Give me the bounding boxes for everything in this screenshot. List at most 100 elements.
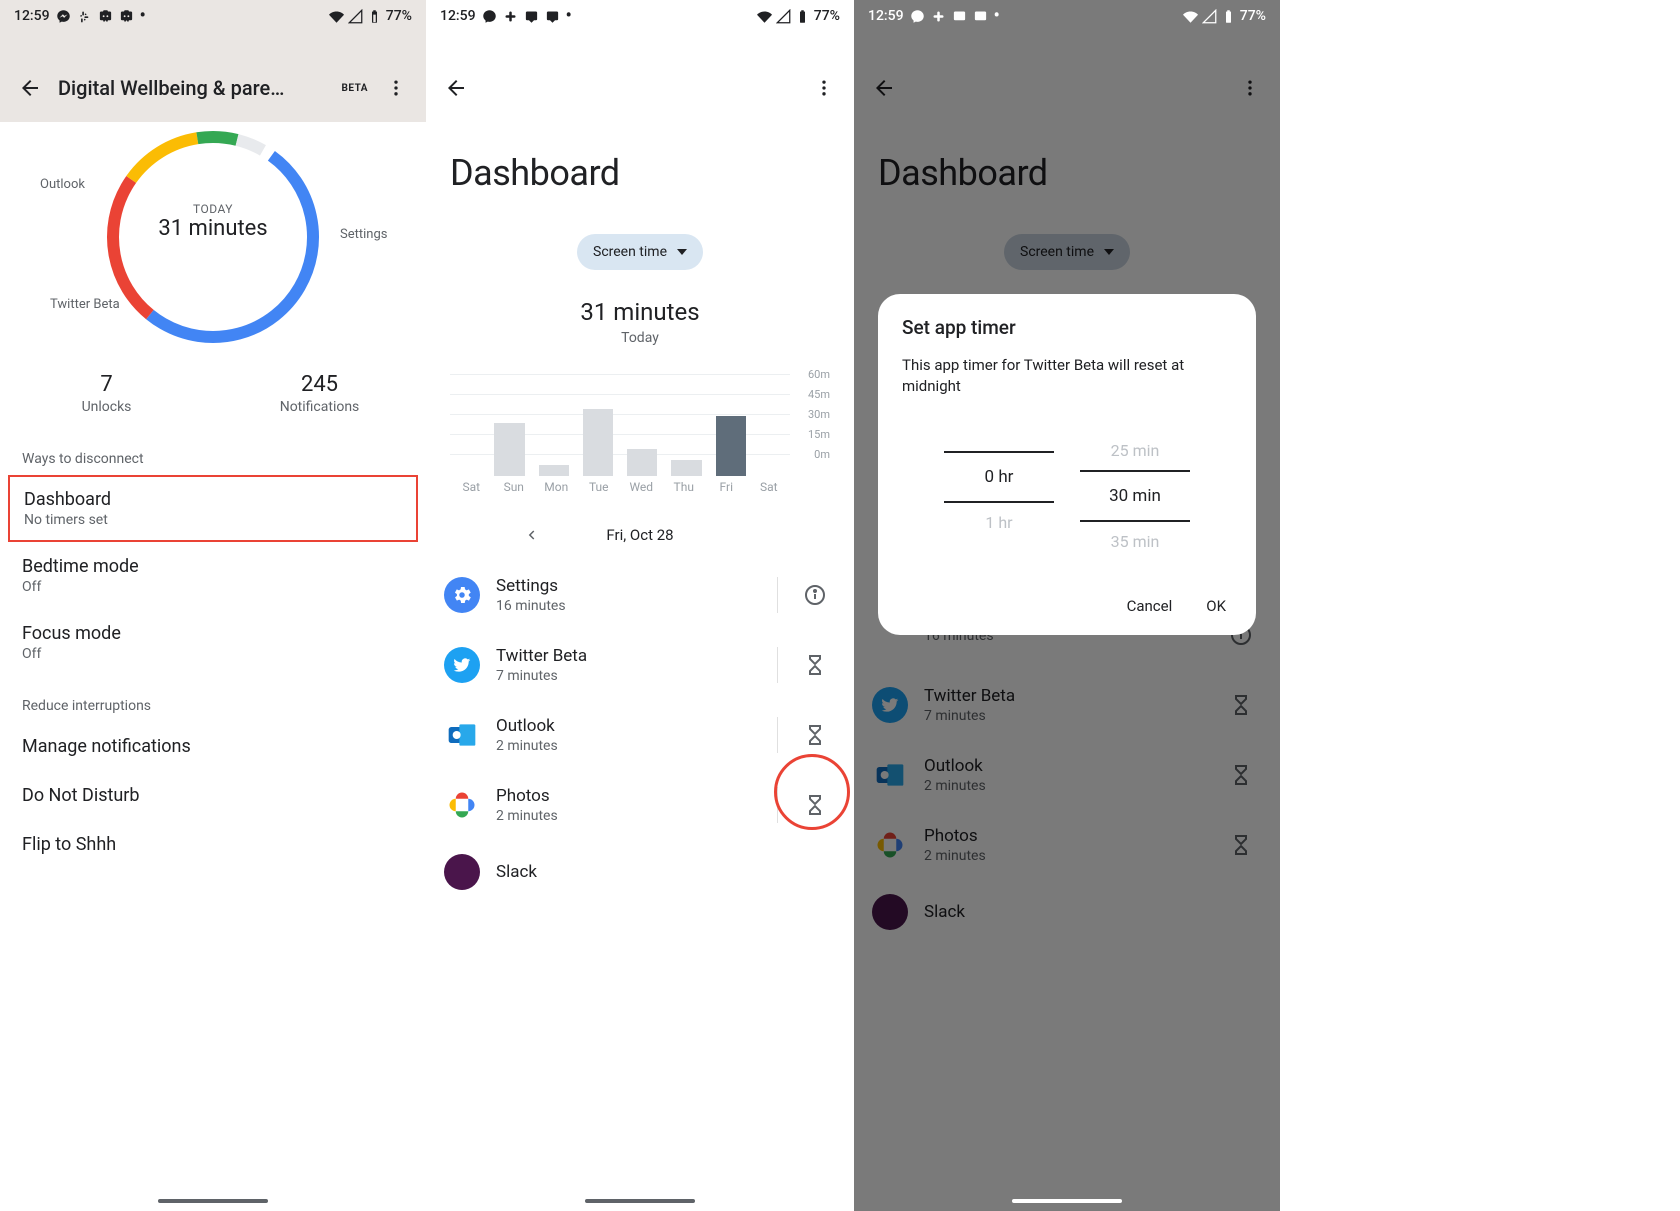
- app-row-twitter-beta[interactable]: Twitter Beta 7 minutes: [426, 630, 854, 700]
- min-selected: 30 min: [1080, 470, 1190, 522]
- signal-icon: [776, 9, 791, 24]
- dashboard-item[interactable]: Dashboard No timers set: [8, 475, 418, 542]
- status-bar: 12:59 • 77%: [426, 0, 854, 32]
- dialog-message: This app timer for Twitter Beta will res…: [902, 355, 1232, 397]
- notifications-label: Notifications: [213, 399, 426, 415]
- divider: [777, 787, 778, 823]
- app-name: Slack: [496, 862, 836, 882]
- chart-xlabel: Sun: [493, 480, 536, 494]
- app-name: Twitter Beta: [496, 646, 761, 666]
- chart-bar[interactable]: [583, 409, 613, 476]
- chart-bar[interactable]: [539, 465, 569, 476]
- hourglass-icon[interactable]: [794, 714, 836, 756]
- chart-xlabel: Fri: [705, 480, 748, 494]
- set-timer-dialog: Set app timer This app timer for Twitter…: [878, 294, 1256, 635]
- chart-bar[interactable]: [494, 423, 524, 476]
- info-icon[interactable]: [794, 574, 836, 616]
- stat-unlocks[interactable]: 7 Unlocks: [0, 372, 213, 415]
- back-button[interactable]: [10, 68, 50, 108]
- app-time: 2 minutes: [496, 808, 761, 824]
- stat-notifications[interactable]: 245 Notifications: [213, 372, 426, 415]
- app-row-slack[interactable]: Slack: [426, 840, 854, 904]
- hour-picker[interactable]: 0 hr 1 hr: [944, 431, 1054, 561]
- donut-label-settings: Settings: [340, 227, 387, 242]
- screentime-chip[interactable]: Screen time: [577, 234, 703, 270]
- focus-sub: Off: [22, 646, 404, 662]
- battery-icon: [1221, 9, 1236, 24]
- focus-item[interactable]: Focus mode Off: [0, 609, 426, 676]
- status-bar: 12:59 • 77%: [854, 0, 1280, 32]
- manage-notifications-item[interactable]: Manage notifications: [0, 722, 426, 771]
- app-row-outlook[interactable]: Outlook 2 minutes: [426, 700, 854, 770]
- nav-handle[interactable]: [585, 1199, 695, 1203]
- battery-icon: [367, 9, 382, 24]
- messenger-icon: [910, 9, 925, 24]
- app-name: Outlook: [496, 716, 761, 736]
- bedtime-item[interactable]: Bedtime mode Off: [0, 542, 426, 609]
- app-name: Photos: [496, 786, 761, 806]
- dashboard-sub: No timers set: [24, 512, 402, 528]
- divider: [777, 647, 778, 683]
- nav-handle[interactable]: [158, 1199, 268, 1203]
- chart-bar[interactable]: [671, 460, 701, 476]
- chip-label: Screen time: [593, 244, 667, 260]
- stats-row: 7 Unlocks 245 Notifications: [0, 352, 426, 429]
- notifications-count: 245: [213, 372, 426, 397]
- app-row-settings[interactable]: Settings16 minutes: [426, 560, 854, 630]
- cancel-button[interactable]: Cancel: [1127, 597, 1173, 615]
- prev-day-button[interactable]: [516, 520, 546, 550]
- wifi-icon: [329, 9, 344, 24]
- signal-icon: [348, 9, 363, 24]
- donut-today-value: 31 minutes: [158, 216, 267, 241]
- status-time: 12:59: [14, 8, 50, 24]
- chart-bar[interactable]: [627, 449, 657, 476]
- app-time: 7 minutes: [496, 668, 761, 684]
- chart-xlabel: Tue: [578, 480, 621, 494]
- unlocks-label: Unlocks: [0, 399, 213, 415]
- messenger-icon: [482, 9, 497, 24]
- flip-item[interactable]: Flip to Shhh: [0, 820, 426, 869]
- section-reduce: Reduce interruptions: [0, 676, 426, 722]
- chart-xlabel: Thu: [663, 480, 706, 494]
- nav-handle[interactable]: [1012, 1199, 1122, 1203]
- app-header: [426, 32, 854, 122]
- divider: [777, 577, 778, 613]
- app-name: Settings: [496, 576, 761, 596]
- more-button[interactable]: [804, 68, 844, 108]
- hour-next: 1 hr: [944, 503, 1054, 542]
- minute-picker[interactable]: 25 min 30 min 35 min: [1080, 431, 1190, 561]
- unlocks-count: 7: [0, 372, 213, 397]
- ytick-45m: 45m: [808, 388, 830, 401]
- usage-donut[interactable]: TODAY 31 minutes Outlook Settings Twitte…: [0, 122, 426, 352]
- app-time: 2 minutes: [496, 738, 761, 754]
- flip-title: Flip to Shhh: [22, 834, 404, 855]
- min-prev: 25 min: [1080, 431, 1190, 470]
- manage-notifications-title: Manage notifications: [22, 736, 404, 757]
- slack-icon: [931, 9, 946, 24]
- dashboard-title: Dashboard: [426, 122, 854, 204]
- wifi-icon: [1183, 9, 1198, 24]
- discord-icon-2: [973, 9, 988, 24]
- dnd-item[interactable]: Do Not Disturb: [0, 771, 426, 820]
- back-button[interactable]: [436, 68, 476, 108]
- app-row-photos[interactable]: Photos 2 minutes: [426, 770, 854, 840]
- chevron-down-icon: [677, 249, 687, 255]
- more-button[interactable]: [376, 68, 416, 108]
- donut-today-label: TODAY: [158, 202, 267, 216]
- chart-xlabel: Sat: [748, 480, 791, 494]
- selected-date: Fri, Oct 28: [606, 526, 673, 544]
- ytick-30m: 30m: [808, 408, 830, 421]
- ytick-0m: 0m: [814, 448, 830, 461]
- hourglass-icon[interactable]: [794, 644, 836, 686]
- divider: [777, 717, 778, 753]
- total-time-label: Today: [426, 330, 854, 346]
- ytick-15m: 15m: [808, 428, 830, 441]
- hourglass-icon[interactable]: [794, 784, 836, 826]
- donut-label-twitter: Twitter Beta: [50, 297, 120, 312]
- ytick-60m: 60m: [808, 368, 830, 381]
- discord-icon: [524, 9, 539, 24]
- discord-icon: [952, 9, 967, 24]
- chart-bar[interactable]: [716, 416, 746, 476]
- usage-bar-chart[interactable]: 60m 45m 30m 15m 0m SatSunMonTueWedThuFri…: [450, 364, 830, 494]
- ok-button[interactable]: OK: [1206, 597, 1226, 615]
